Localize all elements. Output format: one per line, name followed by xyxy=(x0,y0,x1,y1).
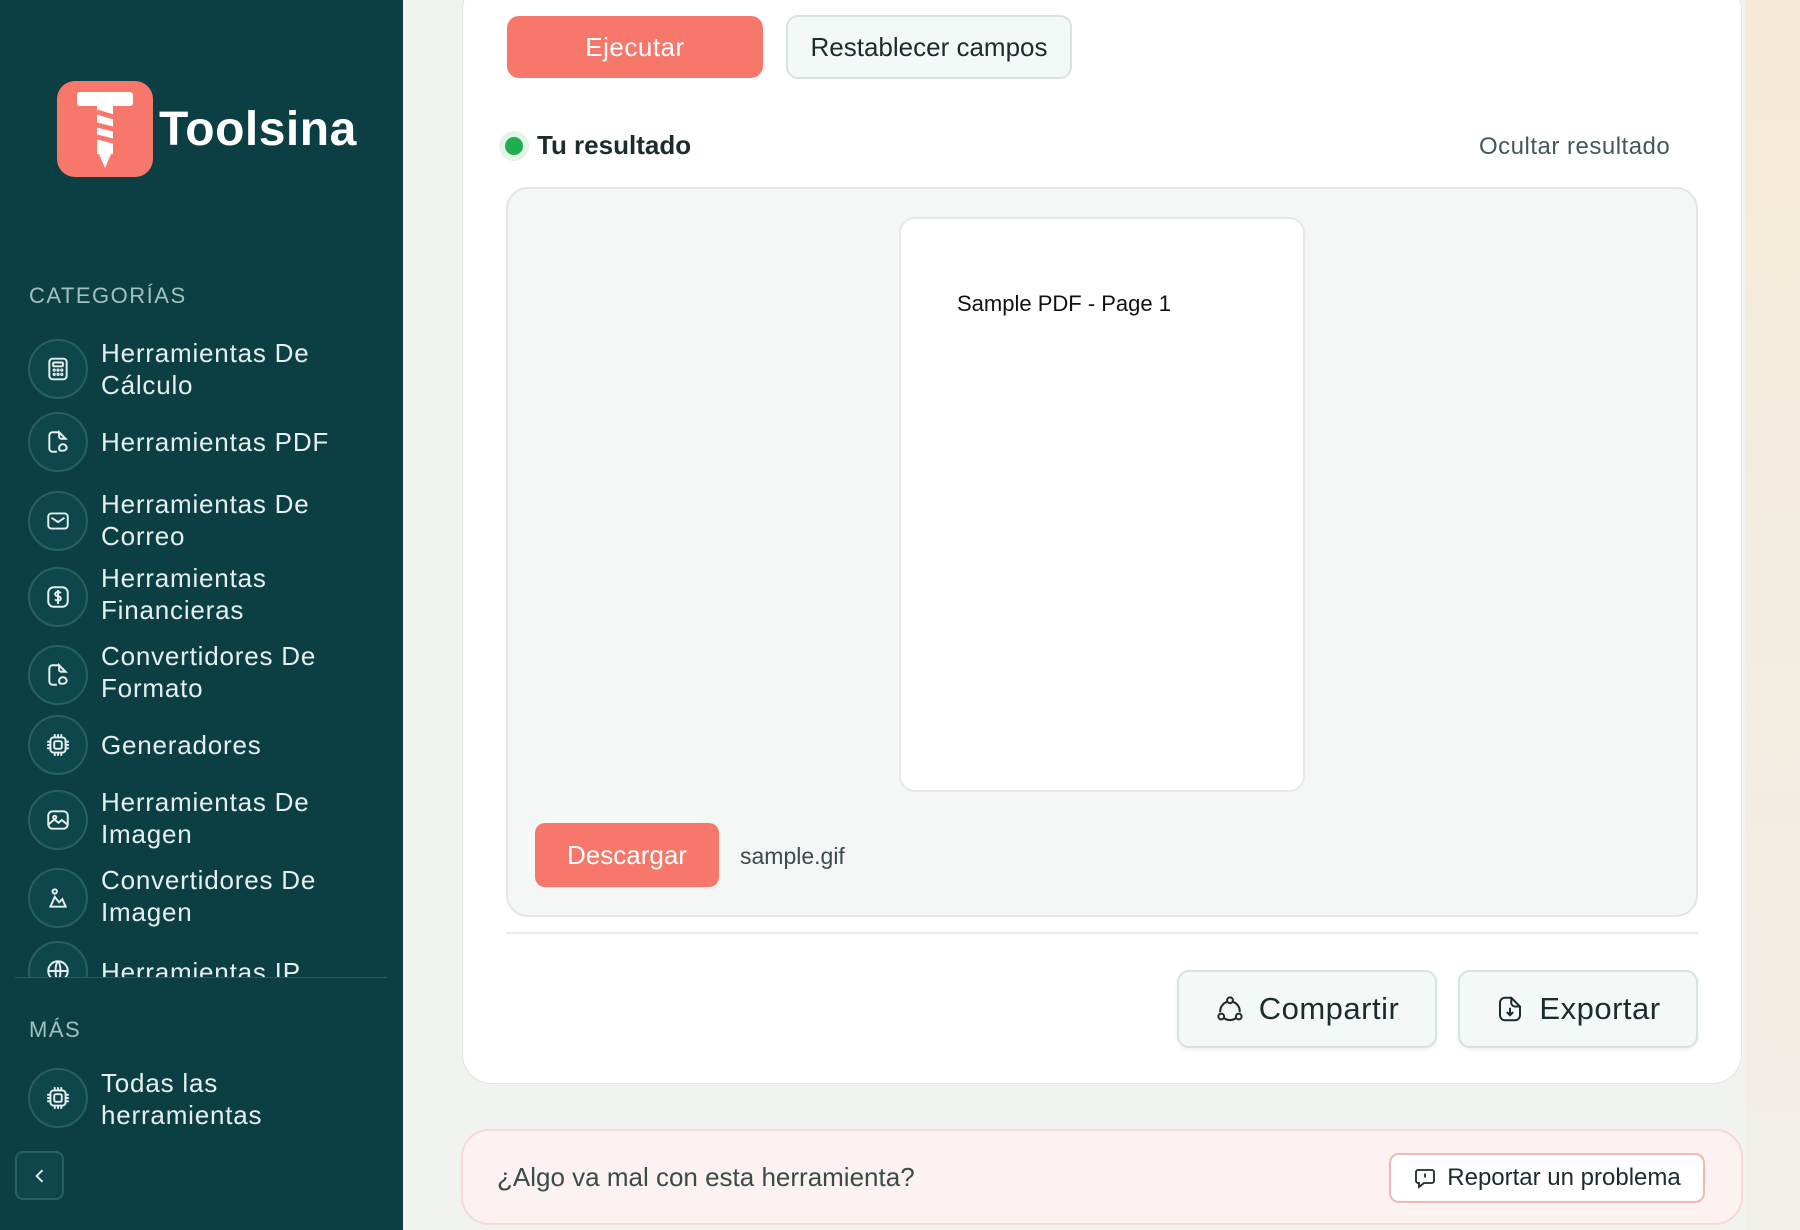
pdf-preview-text: Sample PDF - Page 1 xyxy=(957,291,1171,316)
sidebar-item-calculo[interactable]: Herramientas De Cálculo xyxy=(15,338,387,400)
sidebar-item-label: Convertidores De Formato xyxy=(101,641,317,703)
share-button[interactable]: Compartir xyxy=(1177,970,1437,1048)
sidebar-item-convertidores-imagen[interactable]: Convertidores De Imagen xyxy=(15,862,387,932)
sidebar-item-label: Herramientas Financieras xyxy=(101,563,267,625)
sidebar-item-label: Todas las herramientas xyxy=(101,1068,263,1130)
message-alert-icon xyxy=(1415,1169,1436,1189)
result-title: Tu resultado xyxy=(537,130,692,160)
export-button[interactable]: Exportar xyxy=(1458,970,1698,1048)
export-label: Exportar xyxy=(1539,991,1661,1026)
sidebar-item-correo[interactable]: Herramientas De Correo xyxy=(15,484,387,554)
sidebar-item-ip[interactable]: Herramientas IP xyxy=(15,940,387,978)
sidebar-item-financieras[interactable]: Herramientas Financieras xyxy=(15,562,387,632)
sidebar-item-label: Herramientas De Imagen xyxy=(101,787,310,849)
file-name: sample.gif xyxy=(740,843,845,869)
sidebar-item-label: Herramientas IP xyxy=(101,957,301,978)
chip-icon xyxy=(28,1068,88,1128)
chip-icon xyxy=(28,715,88,775)
sidebar-item-formato[interactable]: Convertidores De Formato xyxy=(15,640,387,710)
file-icon xyxy=(28,412,88,472)
calculator-icon xyxy=(28,339,88,399)
result-header: Tu resultado xyxy=(505,130,691,161)
dollar-icon xyxy=(28,567,88,627)
app-name: Toolsina xyxy=(159,102,357,156)
export-icon xyxy=(1499,996,1522,1022)
sidebar-item-label: Herramientas De Cálculo xyxy=(101,338,310,400)
sidebar-item-generadores[interactable]: Generadores xyxy=(15,714,387,776)
report-problem-button[interactable]: Reportar un problema xyxy=(1389,1153,1705,1203)
category-list[interactable]: Herramientas De Cálculo Herramientas PDF… xyxy=(15,328,387,978)
chevron-left-icon xyxy=(34,1169,43,1182)
categories-title: CATEGORÍAS xyxy=(29,283,187,308)
sidebar-item-todas[interactable]: Todas las herramientas xyxy=(15,1065,387,1131)
background-glow xyxy=(1745,0,1800,1230)
sidebar: Toolsina CATEGORÍAS Herramientas De Cálc… xyxy=(0,0,403,1230)
share-icon xyxy=(1217,996,1243,1022)
report-button-label: Reportar un problema xyxy=(1447,1164,1681,1191)
report-question: ¿Algo va mal con esta herramienta? xyxy=(497,1162,915,1192)
collapse-sidebar-button[interactable] xyxy=(15,1151,64,1200)
sidebar-item-label: Herramientas De Correo xyxy=(101,489,310,551)
status-dot-icon xyxy=(505,136,523,155)
sidebar-item-imagen[interactable]: Herramientas De Imagen xyxy=(15,784,387,854)
download-button[interactable]: Descargar xyxy=(535,823,719,887)
logo[interactable]: Toolsina xyxy=(57,81,357,177)
sidebar-item-label: Generadores xyxy=(101,730,262,760)
sidebar-item-label: Convertidores De Imagen xyxy=(101,865,317,927)
logo-mark-icon xyxy=(57,81,153,177)
image-icon xyxy=(28,868,88,928)
more-title: MÁS xyxy=(29,1017,82,1042)
hide-result-link[interactable]: Ocultar resultado xyxy=(1479,133,1670,161)
image-icon xyxy=(28,790,88,850)
sidebar-item-pdf[interactable]: Herramientas PDF xyxy=(15,412,387,474)
globe-icon xyxy=(28,941,88,977)
sidebar-item-label: Herramientas PDF xyxy=(101,427,330,457)
reset-fields-button[interactable]: Restablecer campos xyxy=(786,15,1072,79)
share-label: Compartir xyxy=(1258,991,1400,1026)
mail-icon xyxy=(28,491,88,551)
file-icon xyxy=(28,645,88,705)
divider xyxy=(506,932,1698,934)
run-button[interactable]: Ejecutar xyxy=(507,16,763,78)
